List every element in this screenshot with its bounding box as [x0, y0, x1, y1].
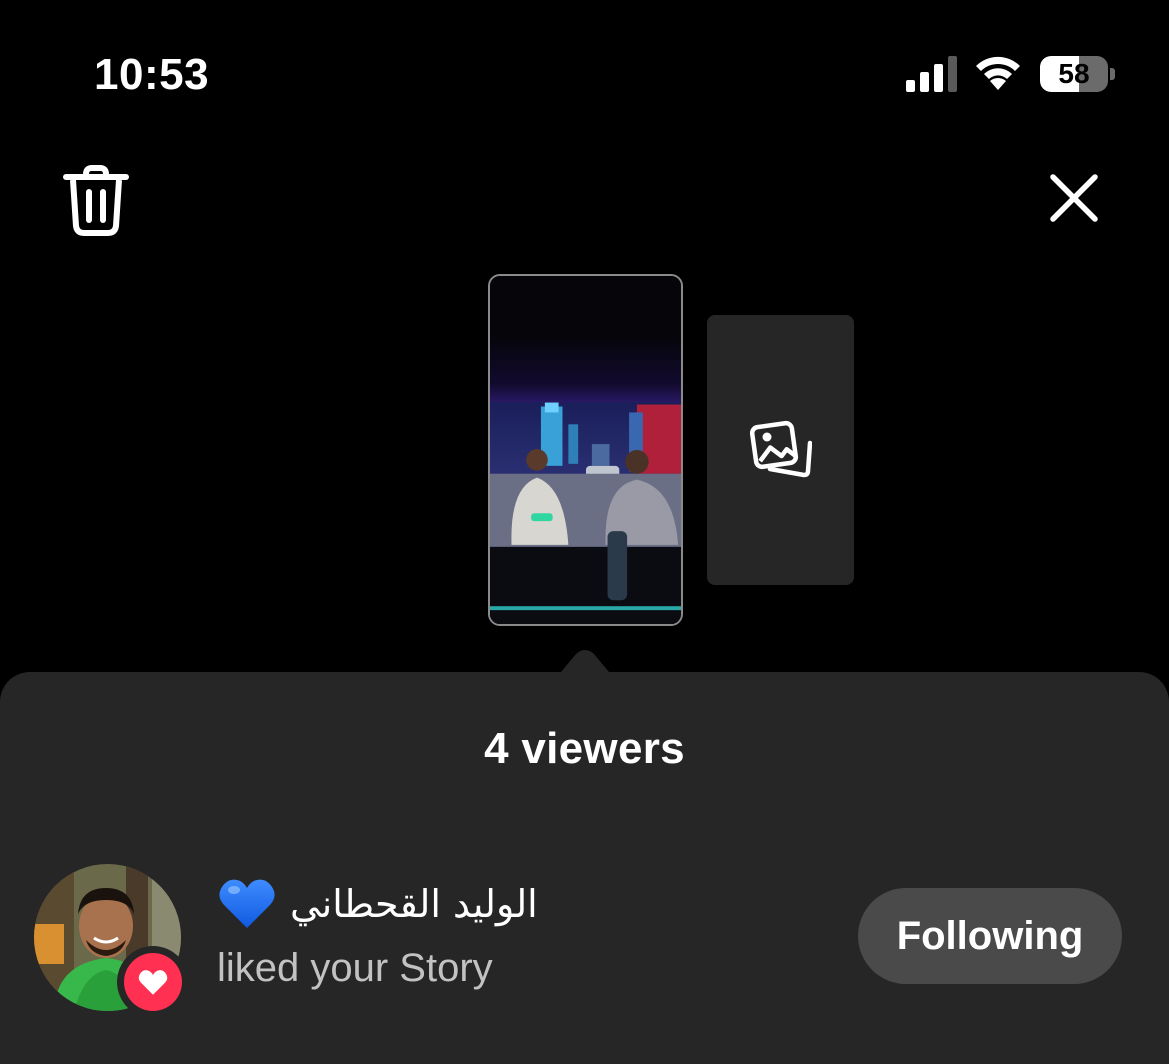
status-time: 10:53: [94, 50, 210, 99]
story-thumbnail[interactable]: [488, 274, 683, 626]
blue-heart-icon: [219, 879, 275, 928]
viewer-name[interactable]: الوليد القحطاني: [218, 872, 538, 936]
battery-indicator: 58: [1040, 56, 1108, 92]
wifi-icon: [976, 56, 1020, 90]
viewers-count-title: 4 viewers: [484, 724, 685, 773]
viewer-activity: liked your Story: [217, 946, 493, 990]
close-button[interactable]: [1044, 168, 1104, 228]
following-button[interactable]: Following: [858, 888, 1122, 984]
like-badge: [117, 946, 189, 1018]
delete-story-button[interactable]: [62, 164, 130, 238]
viewer-name-text: الوليد القحطاني: [290, 882, 538, 926]
heart-icon: [138, 969, 168, 995]
like-badge-circle: [124, 953, 182, 1011]
battery-cap: [1110, 68, 1115, 80]
story-viewers-screen: 10:53 58 4 viewers الوليد القحطاني liked…: [0, 0, 1169, 1064]
story-photo: [490, 276, 681, 624]
gallery-icon: [749, 420, 812, 478]
battery-level: 58: [1058, 58, 1090, 89]
cellular-signal-icon: [906, 56, 957, 92]
trash-icon: [63, 165, 129, 236]
add-to-story-tile[interactable]: [707, 315, 854, 585]
close-icon: [1050, 174, 1098, 222]
